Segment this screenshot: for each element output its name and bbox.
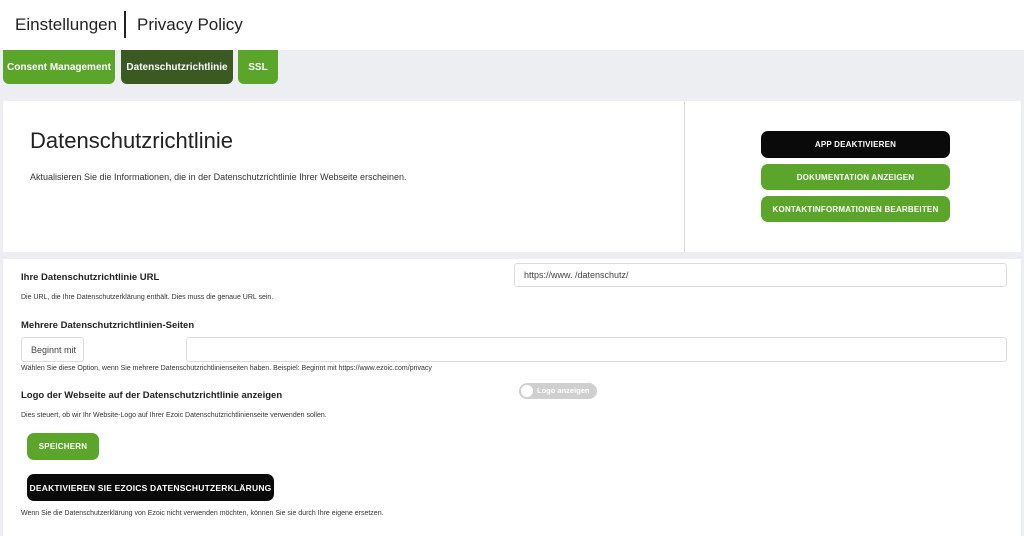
tab-privacy-policy[interactable]: Datenschutzrichtlinie — [121, 50, 233, 84]
show-documentation-button[interactable]: DOKUMENTATION ANZEIGEN — [761, 164, 950, 190]
section-title: Datenschutzrichtlinie — [30, 128, 233, 153]
section-description: Aktualisieren Sie die Informationen, die… — [30, 172, 407, 182]
multi-pages-input[interactable] — [186, 337, 1007, 362]
disable-privacy-policy-button[interactable]: DEAKTIVIEREN SIE EZOICS DATENSCHUTZERKLÄ… — [27, 474, 274, 501]
page-subtitle: Privacy Policy — [137, 15, 243, 34]
prefix-select[interactable]: Beginnt mit — [21, 337, 84, 362]
page-title: Einstellungen — [15, 15, 118, 34]
panel-divider — [684, 101, 685, 252]
logo-label: Logo der Webseite auf der Datenschutzric… — [21, 390, 283, 401]
tab-ssl[interactable]: SSL — [238, 50, 278, 84]
show-logo-toggle[interactable]: Logo anzeigen — [519, 383, 597, 399]
tab-consent-management[interactable]: Consent Management — [3, 50, 115, 84]
save-button[interactable]: SPEICHERN — [27, 433, 99, 460]
url-label: Ihre Datenschutzrichtlinie URL — [21, 272, 160, 283]
top-bar: Einstellungen Privacy Policy — [0, 0, 1024, 50]
multi-pages-label: Mehrere Datenschutzrichtlinien-Seiten — [21, 320, 195, 331]
multi-pages-help: Wählen Sie diese Option, wenn Sie mehrer… — [21, 365, 432, 372]
disable-help: Wenn Sie die Datenschutzerklärung von Ez… — [21, 510, 384, 517]
toggle-knob — [521, 385, 533, 397]
toggle-label: Logo anzeigen — [537, 386, 590, 395]
logo-help: Dies steuert, ob wir Ihr Website-Logo au… — [21, 412, 327, 419]
edit-contact-info-button[interactable]: KONTAKTINFORMATIONEN BEARBEITEN — [761, 196, 950, 222]
deactivate-app-button[interactable]: APP DEAKTIVIEREN — [761, 131, 950, 158]
title-divider — [124, 11, 126, 38]
url-help: Die URL, die Ihre Datenschutzerklärung e… — [21, 294, 274, 301]
url-input[interactable]: https://www. /datenschutz/ — [514, 263, 1007, 287]
